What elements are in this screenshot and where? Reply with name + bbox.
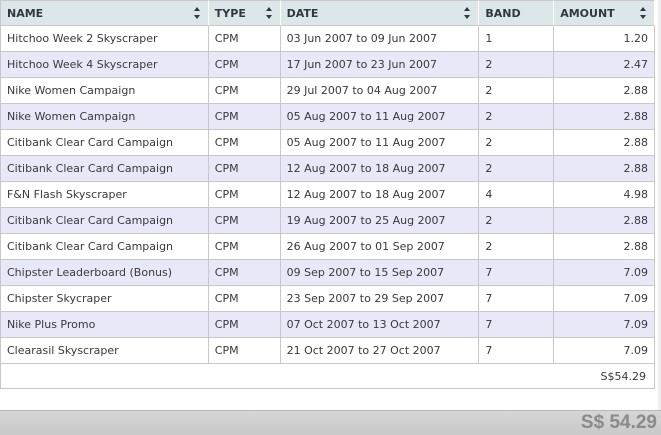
cell-amount: 7.09	[554, 338, 655, 364]
cell-type: CPM	[208, 182, 281, 208]
cell-name: Citibank Clear Card Campaign	[1, 156, 209, 182]
cell-type: CPM	[208, 208, 281, 234]
column-header-label: NAME	[7, 6, 44, 20]
cell-type: CPM	[208, 234, 281, 260]
cell-type: CPM	[208, 26, 281, 52]
column-header-label: TYPE	[214, 6, 246, 20]
table-row[interactable]: Hitchoo Week 4 Skyscraper CPM 17 Jun 2007 …	[1, 52, 655, 78]
cell-band: 2	[479, 234, 555, 260]
table-row[interactable]: Chipster Skycraper CPM 23 Sep 2007 to 29 S…	[1, 286, 655, 312]
table-row[interactable]: Citibank Clear Card Campaign CPM 26 Aug 20…	[1, 234, 655, 260]
cell-date: 05 Aug 2007 to 11 Aug 2007	[280, 104, 480, 130]
cell-band: 7	[479, 338, 555, 364]
cell-amount: 7.09	[554, 312, 655, 338]
cell-name: Citibank Clear Card Campaign	[1, 130, 209, 156]
cell-name: Citibank Clear Card Campaign	[1, 208, 209, 234]
cell-name: Citibank Clear Card Campaign	[1, 234, 209, 260]
column-header-type[interactable]: TYPE	[208, 0, 281, 26]
cell-name: F&N Flash Skyscraper	[1, 182, 209, 208]
cell-name: Chipster Leaderboard (Bonus)	[1, 260, 209, 286]
cell-name: Hitchoo Week 2 Skyscraper	[1, 26, 209, 52]
cell-band: 7	[479, 312, 555, 338]
cell-date: 29 Jul 2007 to 04 Aug 2007	[280, 78, 480, 104]
table-row[interactable]: Nike Women Campaign CPM 05 Aug 2007 to 11 …	[1, 104, 655, 130]
cell-band: 2	[479, 208, 555, 234]
cell-type: CPM	[208, 78, 281, 104]
cell-band: 2	[479, 52, 555, 78]
sort-arrows-icon[interactable]	[265, 7, 273, 19]
table-body: Hitchoo Week 2 Skyscraper CPM 03 Jun 2007 …	[1, 26, 655, 364]
table-row[interactable]: Citibank Clear Card Campaign CPM 19 Aug 20…	[1, 208, 655, 234]
column-header-label: AMOUNT	[560, 6, 615, 20]
cell-date: 19 Aug 2007 to 25 Aug 2007	[280, 208, 480, 234]
cell-amount: 2.88	[554, 156, 655, 182]
column-header-band[interactable]: BAND	[479, 0, 555, 26]
cell-amount: 2.88	[554, 104, 655, 130]
cell-name: Chipster Skycraper	[1, 286, 209, 312]
cell-amount: 2.88	[554, 234, 655, 260]
cell-amount: 2.88	[554, 208, 655, 234]
table-row[interactable]: Citibank Clear Card Campaign CPM 12 Aug 20…	[1, 156, 655, 182]
cell-band: 4	[479, 182, 555, 208]
cell-type: CPM	[208, 260, 281, 286]
cell-name: Hitchoo Week 4 Skyscraper	[1, 52, 209, 78]
cell-date: 05 Aug 2007 to 11 Aug 2007	[280, 130, 480, 156]
cell-amount: 4.98	[554, 182, 655, 208]
cell-date: 07 Oct 2007 to 13 Oct 2007	[280, 312, 480, 338]
cell-band: 2	[479, 104, 555, 130]
cell-type: CPM	[208, 52, 281, 78]
cell-date: 21 Oct 2007 to 27 Oct 2007	[280, 338, 480, 364]
table-row[interactable]: Chipster Leaderboard (Bonus) CPM 09 Sep 20…	[1, 260, 655, 286]
table-row[interactable]: Citibank Clear Card Campaign CPM 05 Aug 20…	[1, 130, 655, 156]
table-row[interactable]: Clearasil Skyscraper CPM 21 Oct 2007 to 27…	[1, 338, 655, 364]
sort-arrows-icon[interactable]	[640, 7, 647, 19]
cell-amount: 1.20	[554, 26, 655, 52]
cell-date: 23 Sep 2007 to 29 Sep 2007	[280, 286, 480, 312]
cell-date: 03 Jun 2007 to 09 Jun 2007	[280, 26, 480, 52]
campaign-table: NAME TYPE DATE BAND AMOUNT Hitchoo Week …	[0, 0, 655, 364]
cell-band: 2	[479, 156, 555, 182]
cell-name: Nike Plus Promo	[1, 312, 209, 338]
cell-date: 12 Aug 2007 to 18 Aug 2007	[280, 182, 480, 208]
subtotal-value: S$54.29	[600, 370, 646, 383]
column-header-label: DATE	[286, 6, 319, 20]
cell-band: 7	[479, 286, 555, 312]
cell-band: 7	[479, 260, 555, 286]
cell-type: CPM	[208, 156, 281, 182]
cell-name: Nike Women Campaign	[1, 104, 209, 130]
table-row[interactable]: Hitchoo Week 2 Skyscraper CPM 03 Jun 2007 …	[1, 26, 655, 52]
cell-amount: 2.88	[554, 130, 655, 156]
cell-band: 1	[479, 26, 555, 52]
subtotal-row: S$54.29	[0, 364, 655, 389]
grand-total-value: S$ 54.29	[580, 412, 657, 433]
cell-name: Clearasil Skyscraper	[1, 338, 209, 364]
cell-band: 2	[479, 130, 555, 156]
cell-type: CPM	[208, 312, 281, 338]
column-header-label: BAND	[485, 6, 521, 20]
table-row[interactable]: Nike Women Campaign CPM 29 Jul 2007 to 04 …	[1, 78, 655, 104]
cell-type: CPM	[208, 286, 281, 312]
cell-date: 26 Aug 2007 to 01 Sep 2007	[280, 234, 480, 260]
total-bar: S$ 54.29	[0, 410, 661, 435]
table-row[interactable]: Nike Plus Promo CPM 07 Oct 2007 to 13 Oct …	[1, 312, 655, 338]
cell-amount: 2.47	[554, 52, 655, 78]
column-header-date[interactable]: DATE	[280, 0, 480, 26]
cell-amount: 2.88	[554, 78, 655, 104]
cell-name: Nike Women Campaign	[1, 78, 209, 104]
cell-date: 09 Sep 2007 to 15 Sep 2007	[280, 260, 480, 286]
column-header-name[interactable]: NAME	[1, 0, 209, 26]
cell-type: CPM	[208, 104, 281, 130]
sort-arrows-icon[interactable]	[464, 7, 471, 19]
table-row[interactable]: F&N Flash Skyscraper CPM 12 Aug 2007 to 18…	[1, 182, 655, 208]
cell-date: 17 Jun 2007 to 23 Jun 2007	[280, 52, 480, 78]
sort-arrows-icon[interactable]	[193, 7, 201, 19]
cell-amount: 7.09	[554, 260, 655, 286]
cell-type: CPM	[208, 338, 281, 364]
column-header-amount[interactable]: AMOUNT	[554, 0, 655, 26]
cell-type: CPM	[208, 130, 281, 156]
cell-amount: 7.09	[554, 286, 655, 312]
cell-date: 12 Aug 2007 to 18 Aug 2007	[280, 156, 480, 182]
cell-band: 2	[479, 78, 555, 104]
table-header-row: NAME TYPE DATE BAND AMOUNT	[1, 0, 655, 26]
